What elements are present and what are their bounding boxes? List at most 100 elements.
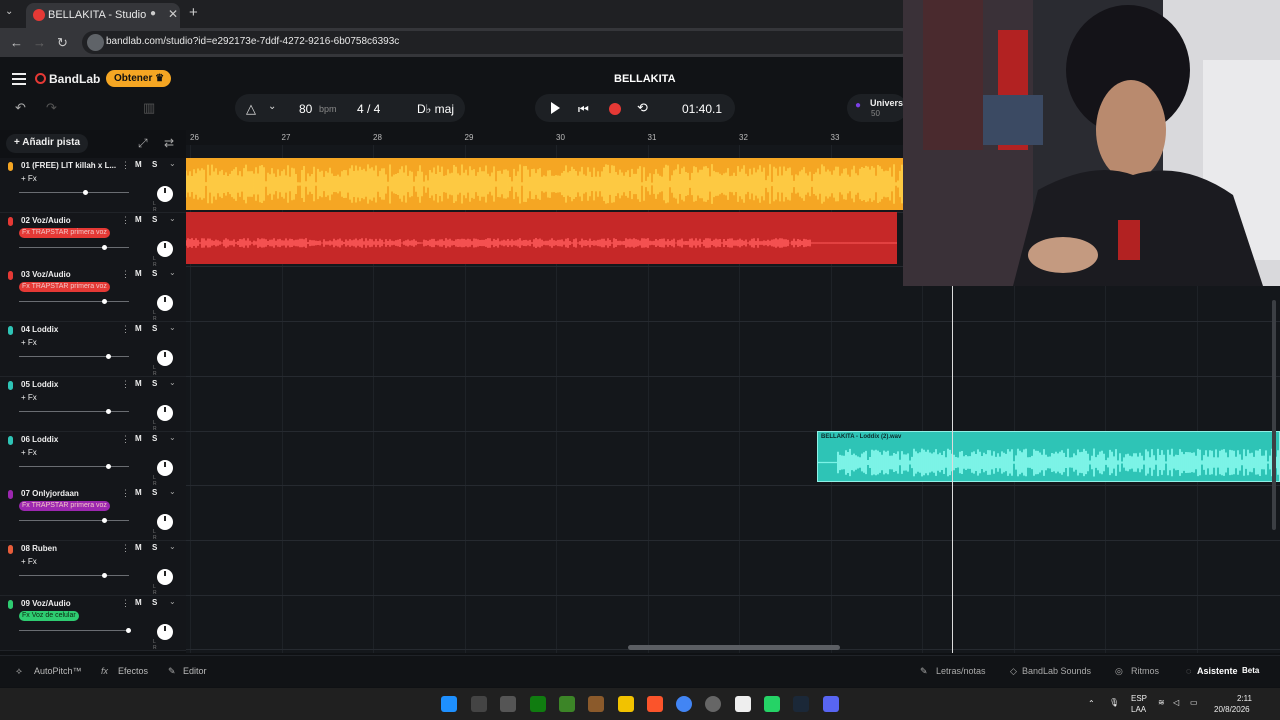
clock-date[interactable]: 20/8/2026 bbox=[1214, 705, 1250, 714]
track-header[interactable]: 06 Loddix ⋮ M S ⌄ + Fx L R bbox=[0, 431, 186, 487]
mic-icon[interactable]: 🎙 bbox=[1109, 698, 1119, 707]
track-name[interactable]: 09 Voz/Audio bbox=[21, 599, 71, 608]
xbox-icon[interactable] bbox=[530, 696, 546, 712]
steam-icon[interactable] bbox=[793, 696, 809, 712]
volume-thumb[interactable] bbox=[102, 572, 107, 578]
menu-icon[interactable] bbox=[12, 73, 26, 85]
solo-button[interactable]: S bbox=[152, 488, 157, 497]
autopitch-button[interactable]: AutoPitch™ bbox=[34, 666, 82, 676]
redo-icon[interactable]: ↷ bbox=[46, 100, 57, 116]
track-expand-icon[interactable]: ⌄ bbox=[169, 542, 176, 551]
back-icon[interactable]: ← bbox=[10, 35, 23, 50]
track-menu-icon[interactable]: ⋮ bbox=[121, 488, 130, 499]
volume-thumb[interactable] bbox=[126, 627, 131, 633]
browser-tab-active[interactable]: BELLAKITA - Studio ● ✕ bbox=[26, 3, 180, 28]
minecraft-icon[interactable] bbox=[559, 696, 575, 712]
metronome-dropdown-icon[interactable]: ⌄ bbox=[268, 101, 276, 112]
store-icon[interactable] bbox=[500, 696, 516, 712]
track-menu-icon[interactable]: ⋮ bbox=[121, 324, 130, 335]
volume-thumb[interactable] bbox=[102, 299, 107, 305]
mixer-icon[interactable]: ▥ bbox=[143, 100, 155, 116]
time-signature[interactable]: 4 / 4 bbox=[357, 102, 380, 116]
track-expand-icon[interactable]: ⌄ bbox=[169, 433, 176, 442]
widgets-icon[interactable] bbox=[471, 696, 487, 712]
track-fx-chip[interactable]: Fx TRAPSTAR primera voz bbox=[19, 227, 110, 238]
track-add-fx-button[interactable]: + Fx bbox=[21, 174, 37, 183]
track-menu-icon[interactable]: ⋮ bbox=[121, 269, 130, 280]
track-name[interactable]: 03 Voz/Audio bbox=[21, 270, 71, 279]
ritmos-button[interactable]: Ritmos bbox=[1131, 666, 1159, 676]
volume-thumb[interactable] bbox=[106, 408, 111, 414]
track-fx-chip[interactable]: Fx TRAPSTAR primera voz bbox=[19, 282, 110, 293]
metronome-icon[interactable]: △ bbox=[246, 101, 256, 117]
solo-button[interactable]: S bbox=[152, 269, 157, 278]
brave-icon[interactable] bbox=[647, 696, 663, 712]
go-to-start-icon[interactable]: ⏮ bbox=[578, 102, 589, 117]
bandlab-sounds-button[interactable]: BandLab Sounds bbox=[1022, 666, 1091, 676]
chrome-icon[interactable] bbox=[676, 696, 692, 712]
pan-knob[interactable] bbox=[157, 295, 173, 312]
track-settings-icon[interactable]: ⇄ bbox=[164, 136, 174, 150]
solo-button[interactable]: S bbox=[152, 215, 157, 224]
add-track-button[interactable]: + Añadir pista bbox=[6, 134, 88, 153]
asistente-button[interactable]: Asistente bbox=[1197, 666, 1238, 676]
track-add-fx-button[interactable]: + Fx bbox=[21, 338, 37, 347]
track-name[interactable]: 02 Voz/Audio bbox=[21, 216, 71, 225]
efectos-button[interactable]: Efectos bbox=[118, 666, 148, 676]
track-menu-icon[interactable]: ⋮ bbox=[121, 379, 130, 390]
mute-button[interactable]: M bbox=[135, 215, 142, 224]
volume-slider[interactable] bbox=[19, 520, 129, 522]
obtener-button[interactable]: Obtener ♛ bbox=[106, 70, 171, 87]
clip-track-02[interactable] bbox=[186, 212, 897, 264]
whatsapp-icon[interactable] bbox=[764, 696, 780, 712]
url-bar[interactable]: bandlab.com/studio?id=e292173e-7ddf-4272… bbox=[82, 31, 912, 54]
track-name[interactable]: 01 (FREE) LIT killah x L... bbox=[21, 161, 116, 170]
solo-button[interactable]: S bbox=[152, 598, 157, 607]
app-icon[interactable] bbox=[705, 696, 721, 712]
volume-slider[interactable] bbox=[19, 356, 129, 358]
horizontal-scrollbar[interactable] bbox=[628, 645, 840, 650]
track-menu-icon[interactable]: ⋮ bbox=[121, 434, 130, 445]
track-add-fx-button[interactable]: + Fx bbox=[21, 448, 37, 457]
track-expand-icon[interactable]: ⌄ bbox=[169, 378, 176, 387]
track-name[interactable]: 06 Loddix bbox=[21, 435, 58, 444]
automation-icon[interactable]: ⤢ bbox=[138, 136, 148, 151]
capcut-icon[interactable] bbox=[735, 696, 751, 712]
volume-slider[interactable] bbox=[19, 465, 129, 467]
volume-thumb[interactable] bbox=[83, 190, 88, 195]
track-menu-icon[interactable]: ⋮ bbox=[121, 598, 130, 609]
track-expand-icon[interactable]: ⌄ bbox=[169, 597, 176, 606]
file-explorer-icon[interactable] bbox=[618, 696, 634, 712]
track-name[interactable]: 07 Onlyjordaan bbox=[21, 489, 79, 498]
volume-slider[interactable] bbox=[19, 410, 129, 412]
track-header[interactable]: 01 (FREE) LIT killah x L... ⋮ M S ⌄ + Fx L R bbox=[0, 158, 186, 213]
mute-button[interactable]: M bbox=[135, 324, 142, 333]
solo-button[interactable]: S bbox=[152, 160, 157, 169]
track-header[interactable]: 03 Voz/Audio ⋮ M S ⌄ Fx TRAPSTAR primera voz L… bbox=[0, 267, 186, 323]
pan-knob[interactable] bbox=[157, 404, 173, 421]
solo-button[interactable]: S bbox=[152, 543, 157, 552]
site-info-icon[interactable] bbox=[87, 34, 104, 51]
volume-thumb[interactable] bbox=[102, 244, 107, 250]
solo-button[interactable]: S bbox=[152, 324, 157, 333]
track-expand-icon[interactable]: ⌄ bbox=[169, 159, 176, 168]
track-header[interactable]: 05 Loddix ⋮ M S ⌄ + Fx L R bbox=[0, 376, 186, 432]
editor-button[interactable]: Editor bbox=[183, 666, 207, 676]
clock-time[interactable]: 2:11 bbox=[1237, 694, 1252, 703]
bpm-value[interactable]: 80 bbox=[299, 102, 312, 116]
pan-knob[interactable] bbox=[157, 623, 173, 640]
mute-button[interactable]: M bbox=[135, 488, 142, 497]
wifi-icon[interactable]: ≋ bbox=[1158, 698, 1165, 707]
pan-knob[interactable] bbox=[157, 350, 173, 367]
track-name[interactable]: 04 Loddix bbox=[21, 325, 58, 334]
volume-slider[interactable] bbox=[19, 301, 129, 303]
game-icon[interactable] bbox=[588, 696, 604, 712]
track-add-fx-button[interactable]: + Fx bbox=[21, 393, 37, 402]
volume-slider[interactable] bbox=[19, 629, 129, 631]
loop-icon[interactable]: ⟲ bbox=[637, 100, 648, 116]
tab-close-icon[interactable]: ✕ bbox=[168, 7, 178, 21]
start-icon[interactable] bbox=[441, 696, 457, 712]
mute-button[interactable]: M bbox=[135, 379, 142, 388]
tab-audio-icon[interactable]: ● bbox=[150, 8, 156, 19]
new-tab-icon[interactable]: + bbox=[189, 4, 198, 21]
